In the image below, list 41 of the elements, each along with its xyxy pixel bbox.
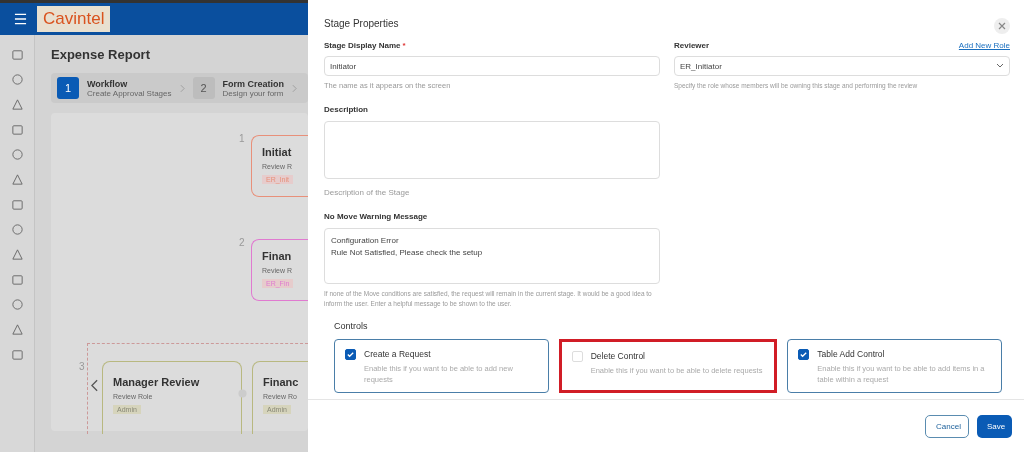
control-title: Create a Request [364,349,432,359]
stage-number: 2 [239,237,245,248]
menu-icon[interactable] [14,13,27,25]
chevron-icon [179,83,185,93]
reviewer-dropdown[interactable]: ER_Initiator [674,56,1010,76]
stage-title: Financ [263,376,299,388]
stage-name-field[interactable]: Initiator [324,56,660,76]
chevron-icon [292,83,297,93]
close-button[interactable] [994,18,1010,34]
logo: Cavintel [37,6,111,32]
section-title: Controls [334,321,369,331]
checkbox[interactable] [345,349,356,360]
checkbox[interactable] [798,349,810,360]
field-hint: Description of the Stage [324,188,411,197]
dialog-title: Stage Properties [324,17,399,29]
chevron-down-icon [996,63,1004,69]
warning-message-field[interactable]: Configuration Error Rule Not Satisfied, Please check the setup [324,228,660,284]
step-number[interactable]: 2 [192,77,215,99]
description-field[interactable] [324,121,660,179]
step-title: Form Creation [222,78,284,89]
stage-number: 3 [79,361,85,372]
field-label: No Move Warning Message [324,212,429,223]
field-label: Stage Display Name [324,41,401,50]
stage-title: Manager Review [113,376,200,388]
control-title: Delete Control [590,351,646,361]
close-icon [997,21,1007,31]
step-subtitle: Design your form [222,88,284,98]
step-subtitle: Create Approval Stages [87,88,172,98]
page-title: Expense Report [51,47,151,62]
cancel-button[interactable]: Cancel [925,414,969,438]
stage-title: Finan [262,250,292,262]
add-role-link[interactable]: Add New Role [958,41,1010,52]
stage-title: Initiat [262,146,292,158]
required-mark: * [402,41,406,50]
stage-number: 1 [239,133,245,144]
step-number[interactable]: 1 [57,77,79,99]
control-title: Table Add Control [817,349,886,359]
step-title: Workflow [87,78,129,89]
field-label: Description [324,105,369,116]
save-button[interactable]: Save [977,414,1012,438]
field-label: Reviewer [674,41,710,52]
